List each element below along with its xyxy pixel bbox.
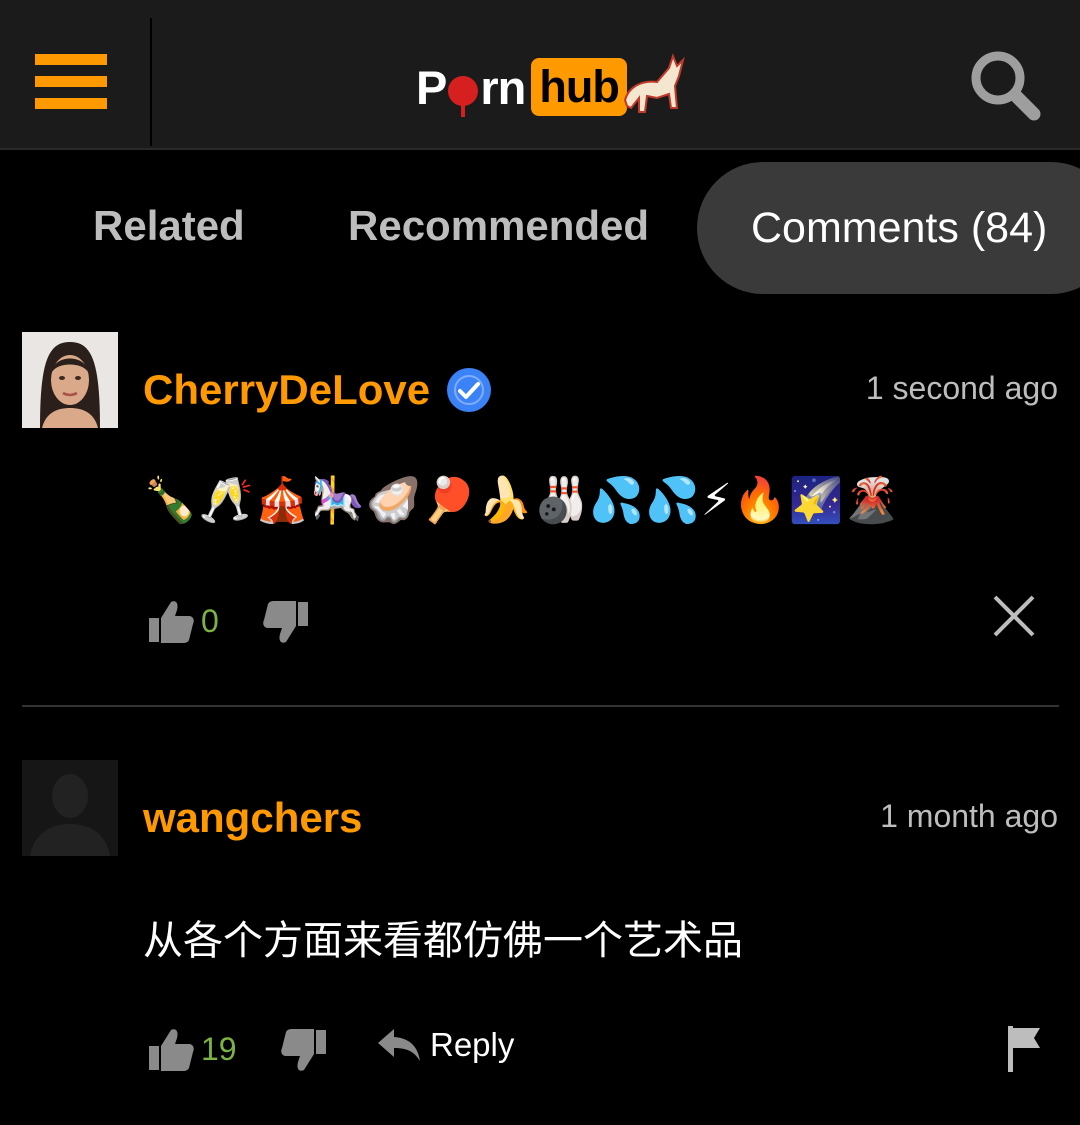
comment-username[interactable]: CherryDeLove xyxy=(143,366,492,414)
thumbs-down-icon xyxy=(263,601,308,643)
reply-button[interactable]: Reply xyxy=(376,1026,514,1064)
tab-related[interactable]: Related xyxy=(93,202,245,250)
comment-text: 从各个方面来看都仿佛一个艺术品 xyxy=(143,918,743,964)
thumbs-up-icon xyxy=(149,601,194,643)
like-button[interactable]: 0 xyxy=(147,598,219,644)
flag-icon[interactable] xyxy=(1006,1024,1044,1074)
user-photo-avatar xyxy=(22,332,118,428)
dislike-button[interactable] xyxy=(280,1028,328,1074)
username-label: CherryDeLove xyxy=(143,366,431,413)
thumbs-down-icon xyxy=(281,1029,326,1071)
ox-mascot-icon xyxy=(623,53,685,113)
search-icon[interactable] xyxy=(960,40,1050,130)
comment-timestamp: 1 second ago xyxy=(865,370,1058,406)
tab-recommended[interactable]: Recommended xyxy=(348,202,649,250)
thumbs-up-icon xyxy=(149,1029,194,1071)
logo-text-right: hub xyxy=(531,58,627,116)
verified-badge-icon xyxy=(447,368,492,412)
tab-comments[interactable]: Comments (84) xyxy=(697,162,1080,294)
avatar[interactable] xyxy=(22,760,118,856)
tab-comments-label: Comments (84) xyxy=(751,204,1048,252)
comment-username[interactable]: wangchers xyxy=(143,794,362,842)
top-header: Prn hub xyxy=(0,0,1080,150)
lantern-icon xyxy=(448,76,479,118)
site-logo[interactable]: Prn hub xyxy=(416,52,687,122)
like-count: 19 xyxy=(201,1030,237,1067)
like-button[interactable]: 19 xyxy=(147,1026,237,1072)
logo-text-left: Prn xyxy=(416,60,526,118)
menu-bar-icon xyxy=(35,54,107,65)
hamburger-menu-button[interactable] xyxy=(0,18,152,146)
avatar[interactable] xyxy=(22,332,118,428)
comment-text: 🍾🥂🎪🎠🦪🏓🍌🎳💦💦⚡🔥🌠🌋 xyxy=(143,475,901,526)
reply-arrow-icon xyxy=(378,1029,420,1061)
comment-divider xyxy=(22,705,1059,707)
tab-bar: Related Recommended Comments (84) xyxy=(0,162,1080,296)
menu-bar-icon xyxy=(35,76,107,87)
default-user-icon xyxy=(22,760,118,856)
reply-label: Reply xyxy=(430,1026,515,1063)
menu-bar-icon xyxy=(35,98,107,109)
close-icon[interactable] xyxy=(992,594,1036,638)
dislike-button[interactable] xyxy=(262,600,310,646)
comment-timestamp: 1 month ago xyxy=(880,798,1058,834)
like-count: 0 xyxy=(201,602,219,639)
